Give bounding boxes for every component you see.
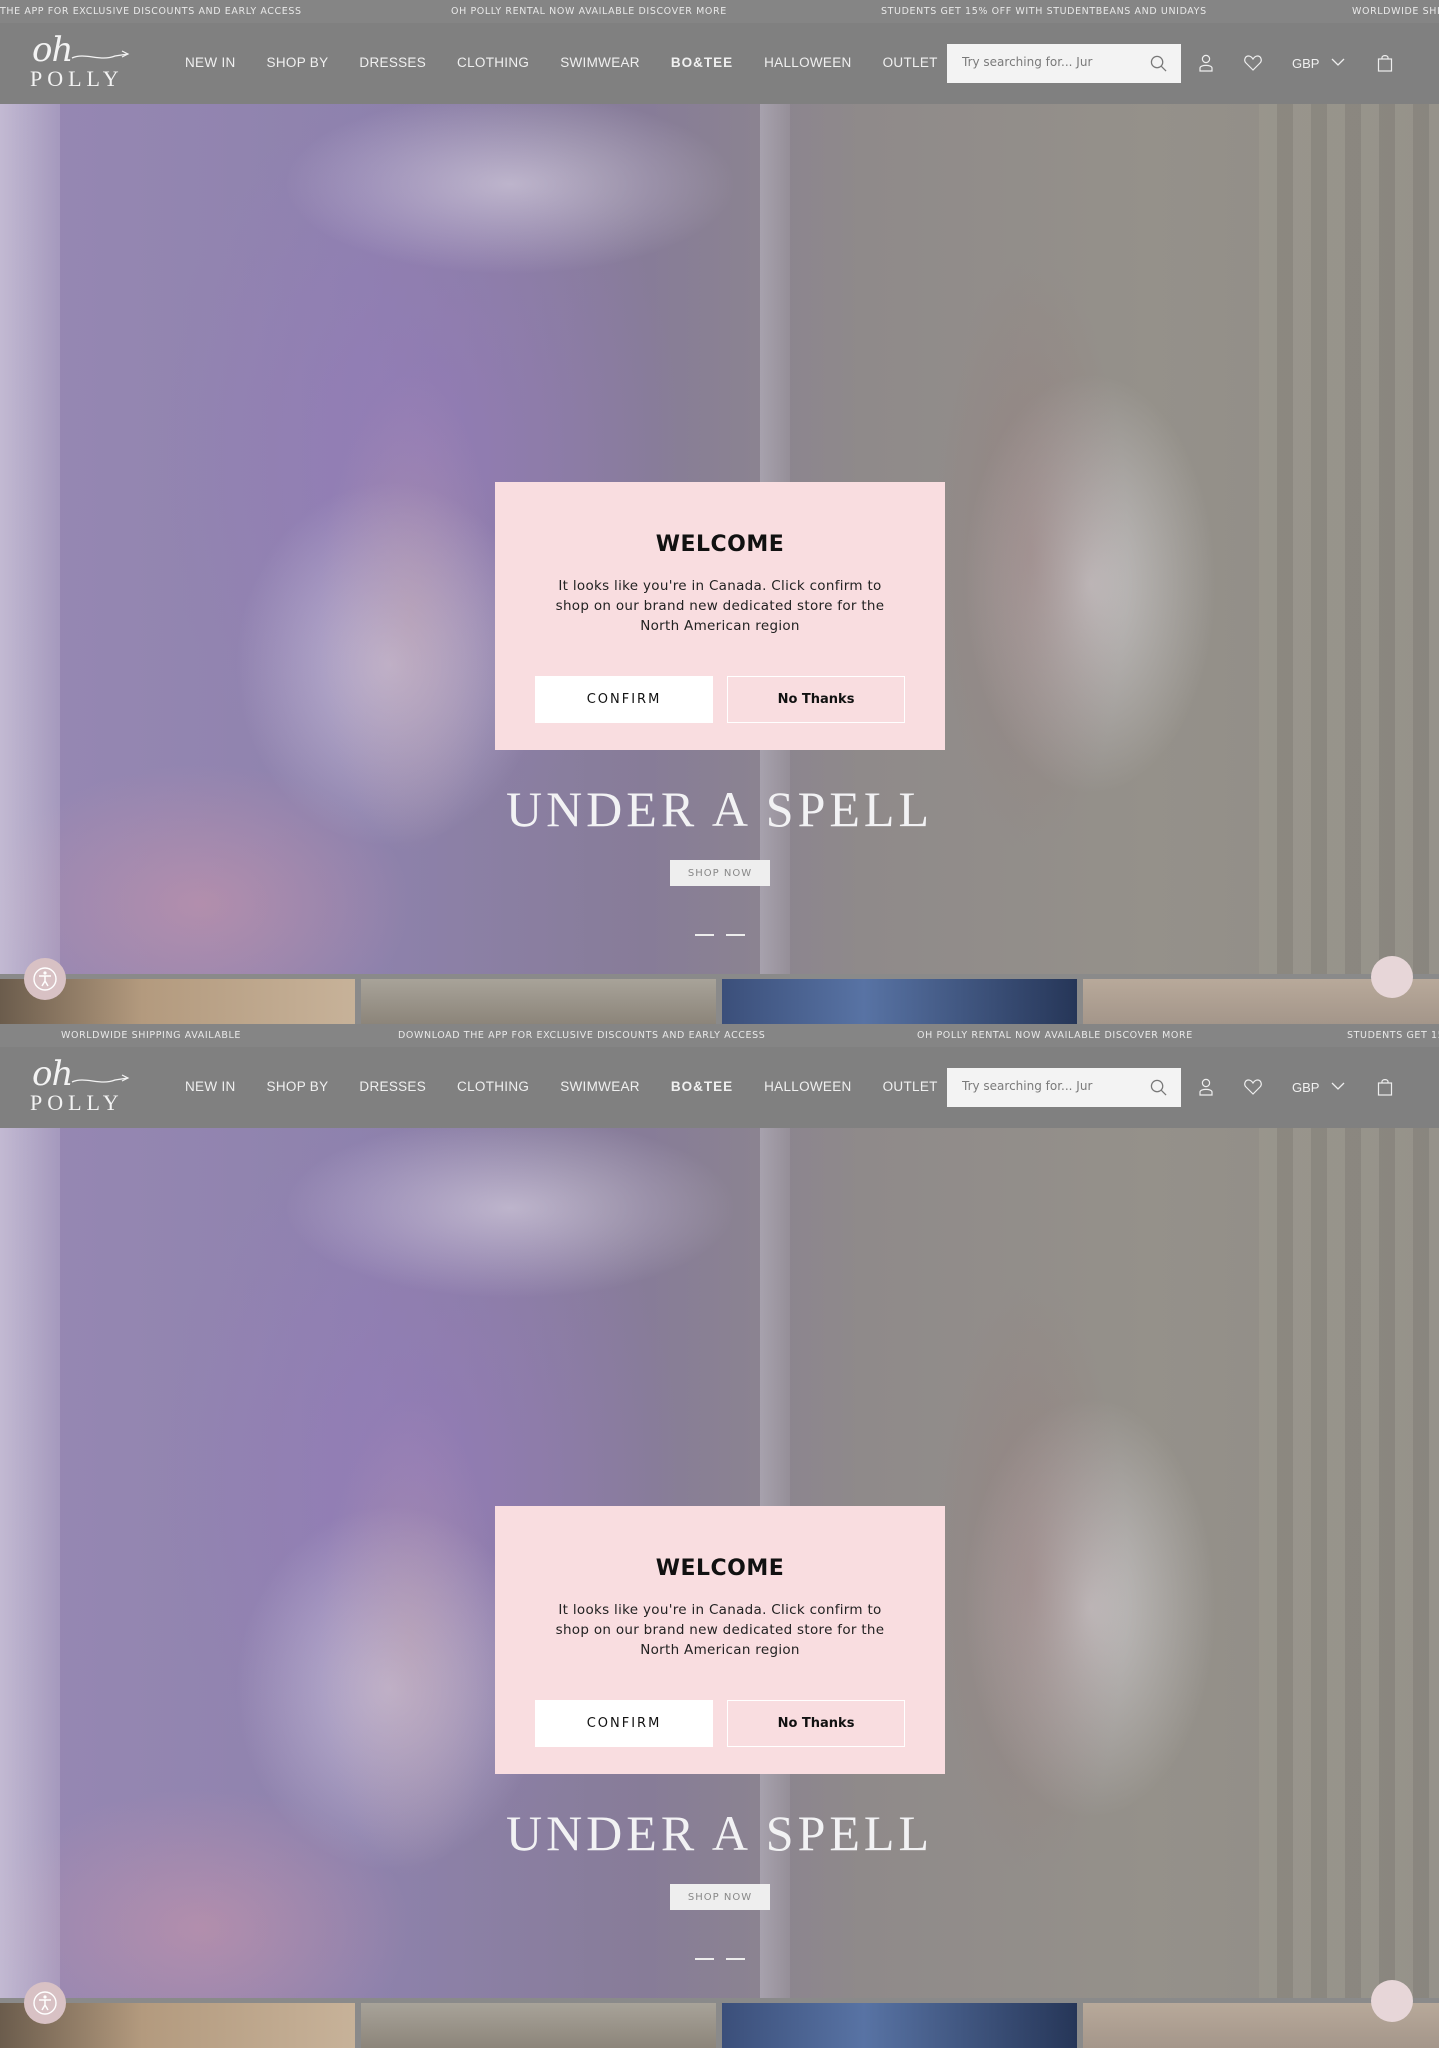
hero-image-region (1259, 104, 1439, 974)
page-screen-1: THE APP FOR EXCLUSIVE DISCOUNTS AND EARL… (0, 0, 1439, 1024)
carousel-dot[interactable] (726, 1958, 745, 1960)
nav-item-halloween[interactable]: HALLOWEEN (764, 55, 851, 70)
confirm-button[interactable]: CONFIRM (535, 676, 713, 723)
logo-polly: POLLY (30, 66, 124, 91)
nav-item-new-in[interactable]: NEW IN (185, 1079, 236, 1094)
accessibility-icon (33, 967, 57, 991)
region-welcome-modal: WELCOME It looks like you're in Canada. … (495, 482, 945, 750)
wishlist-icon[interactable] (1243, 1077, 1263, 1097)
nav-item-swimwear[interactable]: SWIMWEAR (560, 1079, 640, 1094)
no-thanks-button[interactable]: No Thanks (727, 1700, 905, 1747)
announcement-text[interactable]: WORLDWIDE SHI (1352, 6, 1439, 17)
nav-item-clothing[interactable]: CLOTHING (457, 55, 529, 70)
logo-polly: POLLY (30, 1090, 124, 1115)
nav-item-shop-by[interactable]: SHOP BY (267, 55, 329, 70)
product-thumbnails (0, 979, 1439, 1024)
site-header: oh POLLY NEW IN SHOP BY DRESSES CLOTHING… (0, 23, 1439, 104)
carousel-dots (695, 934, 745, 938)
accessibility-button[interactable] (24, 1982, 66, 2024)
announcement-text[interactable]: STUDENTS GET 15 (1347, 1030, 1439, 1041)
currency-label: GBP (1292, 56, 1320, 71)
hero-image-region (1259, 1128, 1439, 1998)
hero-image-region (0, 1128, 60, 1998)
nav-item-new-in[interactable]: NEW IN (185, 55, 236, 70)
shop-now-button[interactable]: SHOP NOW (670, 860, 770, 886)
nav-item-dresses[interactable]: DRESSES (359, 55, 426, 70)
announcement-text[interactable]: STUDENTS GET 15% OFF WITH STUDENTBEANS A… (881, 6, 1207, 17)
logo-swash-icon (71, 50, 130, 59)
announcement-text[interactable]: OH POLLY RENTAL NOW AVAILABLE DISCOVER M… (451, 6, 727, 17)
nav-item-dresses[interactable]: DRESSES (359, 1079, 426, 1094)
carousel-dot[interactable] (695, 1958, 714, 1960)
account-icon[interactable] (1196, 1077, 1216, 1097)
confirm-button[interactable]: CONFIRM (535, 1700, 713, 1747)
shop-now-button[interactable]: SHOP NOW (670, 1884, 770, 1910)
nav-item-halloween[interactable]: HALLOWEEN (764, 1079, 851, 1094)
carousel-dot[interactable] (726, 934, 745, 936)
modal-body: It looks like you're in Canada. Click co… (555, 1602, 885, 1658)
main-nav: NEW IN SHOP BY DRESSES CLOTHING SWIMWEAR… (185, 1079, 969, 1094)
modal-title: WELCOME (655, 1556, 785, 1581)
bag-icon[interactable] (1375, 53, 1395, 73)
brand-logo[interactable]: oh POLLY (30, 30, 130, 92)
announcement-text[interactable]: OH POLLY RENTAL NOW AVAILABLE DISCOVER M… (917, 1030, 1193, 1041)
logo-oh: oh (32, 1054, 73, 1094)
announcement-bar: THE APP FOR EXCLUSIVE DISCOUNTS AND EARL… (0, 0, 1439, 23)
thumbnail-image[interactable] (361, 979, 716, 1024)
modal-title: WELCOME (655, 532, 785, 557)
region-welcome-modal: WELCOME It looks like you're in Canada. … (495, 1506, 945, 1774)
search-box (947, 44, 1181, 83)
thumbnail-image[interactable] (361, 2003, 716, 2048)
thumbnail-image[interactable] (722, 979, 1077, 1024)
hero-banner[interactable]: UNDER A SPELL SHOP NOW WELCOME It looks … (0, 1128, 1439, 1998)
wishlist-icon[interactable] (1243, 53, 1263, 73)
thumbnail-image[interactable] (722, 2003, 1077, 2048)
hero-title: UNDER A SPELL (505, 1805, 934, 1861)
currency-selector[interactable]: GBP (1292, 1080, 1345, 1095)
site-header: oh POLLY NEW IN SHOP BY DRESSES CLOTHING… (0, 1047, 1439, 1128)
bag-icon[interactable] (1375, 1077, 1395, 1097)
currency-label: GBP (1292, 1080, 1320, 1095)
hero-image-region (0, 104, 60, 974)
chat-button[interactable] (1371, 956, 1413, 998)
main-nav: NEW IN SHOP BY DRESSES CLOTHING SWIMWEAR… (185, 55, 969, 70)
search-input[interactable] (962, 1079, 1112, 1093)
nav-item-outlet[interactable]: OUTLET (883, 55, 938, 70)
currency-selector[interactable]: GBP (1292, 56, 1345, 71)
logo-swash-icon (71, 1074, 130, 1083)
accessibility-icon (33, 1991, 57, 2015)
carousel-dot[interactable] (695, 934, 714, 936)
nav-item-swimwear[interactable]: SWIMWEAR (560, 55, 640, 70)
modal-body: It looks like you're in Canada. Click co… (555, 578, 885, 634)
carousel-dots (695, 1958, 745, 1962)
nav-item-shop-by[interactable]: SHOP BY (267, 1079, 329, 1094)
no-thanks-button[interactable]: No Thanks (727, 676, 905, 723)
announcement-text[interactable]: WORLDWIDE SHIPPING AVAILABLE (61, 1030, 241, 1041)
nav-item-clothing[interactable]: CLOTHING (457, 1079, 529, 1094)
search-box (947, 1068, 1181, 1107)
nav-item-outlet[interactable]: OUTLET (883, 1079, 938, 1094)
search-icon[interactable] (1150, 1079, 1167, 1096)
logo-oh: oh (32, 30, 73, 70)
accessibility-button[interactable] (24, 958, 66, 1000)
nav-item-botee[interactable]: BO&TEE (671, 55, 733, 70)
account-icon[interactable] (1196, 53, 1216, 73)
page-screen-2: WORLDWIDE SHIPPING AVAILABLE DOWNLOAD TH… (0, 1024, 1439, 2048)
hero-banner[interactable]: UNDER A SPELL SHOP NOW WELCOME It looks … (0, 104, 1439, 974)
product-thumbnails (0, 2003, 1439, 2048)
nav-item-botee[interactable]: BO&TEE (671, 1079, 733, 1094)
search-icon[interactable] (1150, 55, 1167, 72)
hero-title: UNDER A SPELL (505, 781, 934, 837)
chevron-down-icon (1331, 58, 1345, 66)
announcement-text[interactable]: THE APP FOR EXCLUSIVE DISCOUNTS AND EARL… (0, 6, 302, 17)
chat-button[interactable] (1371, 1980, 1413, 2022)
announcement-text[interactable]: DOWNLOAD THE APP FOR EXCLUSIVE DISCOUNTS… (398, 1030, 765, 1041)
search-input[interactable] (962, 55, 1112, 69)
brand-logo[interactable]: oh POLLY (30, 1054, 130, 1116)
announcement-bar: WORLDWIDE SHIPPING AVAILABLE DOWNLOAD TH… (0, 1024, 1439, 1047)
chevron-down-icon (1331, 1082, 1345, 1090)
